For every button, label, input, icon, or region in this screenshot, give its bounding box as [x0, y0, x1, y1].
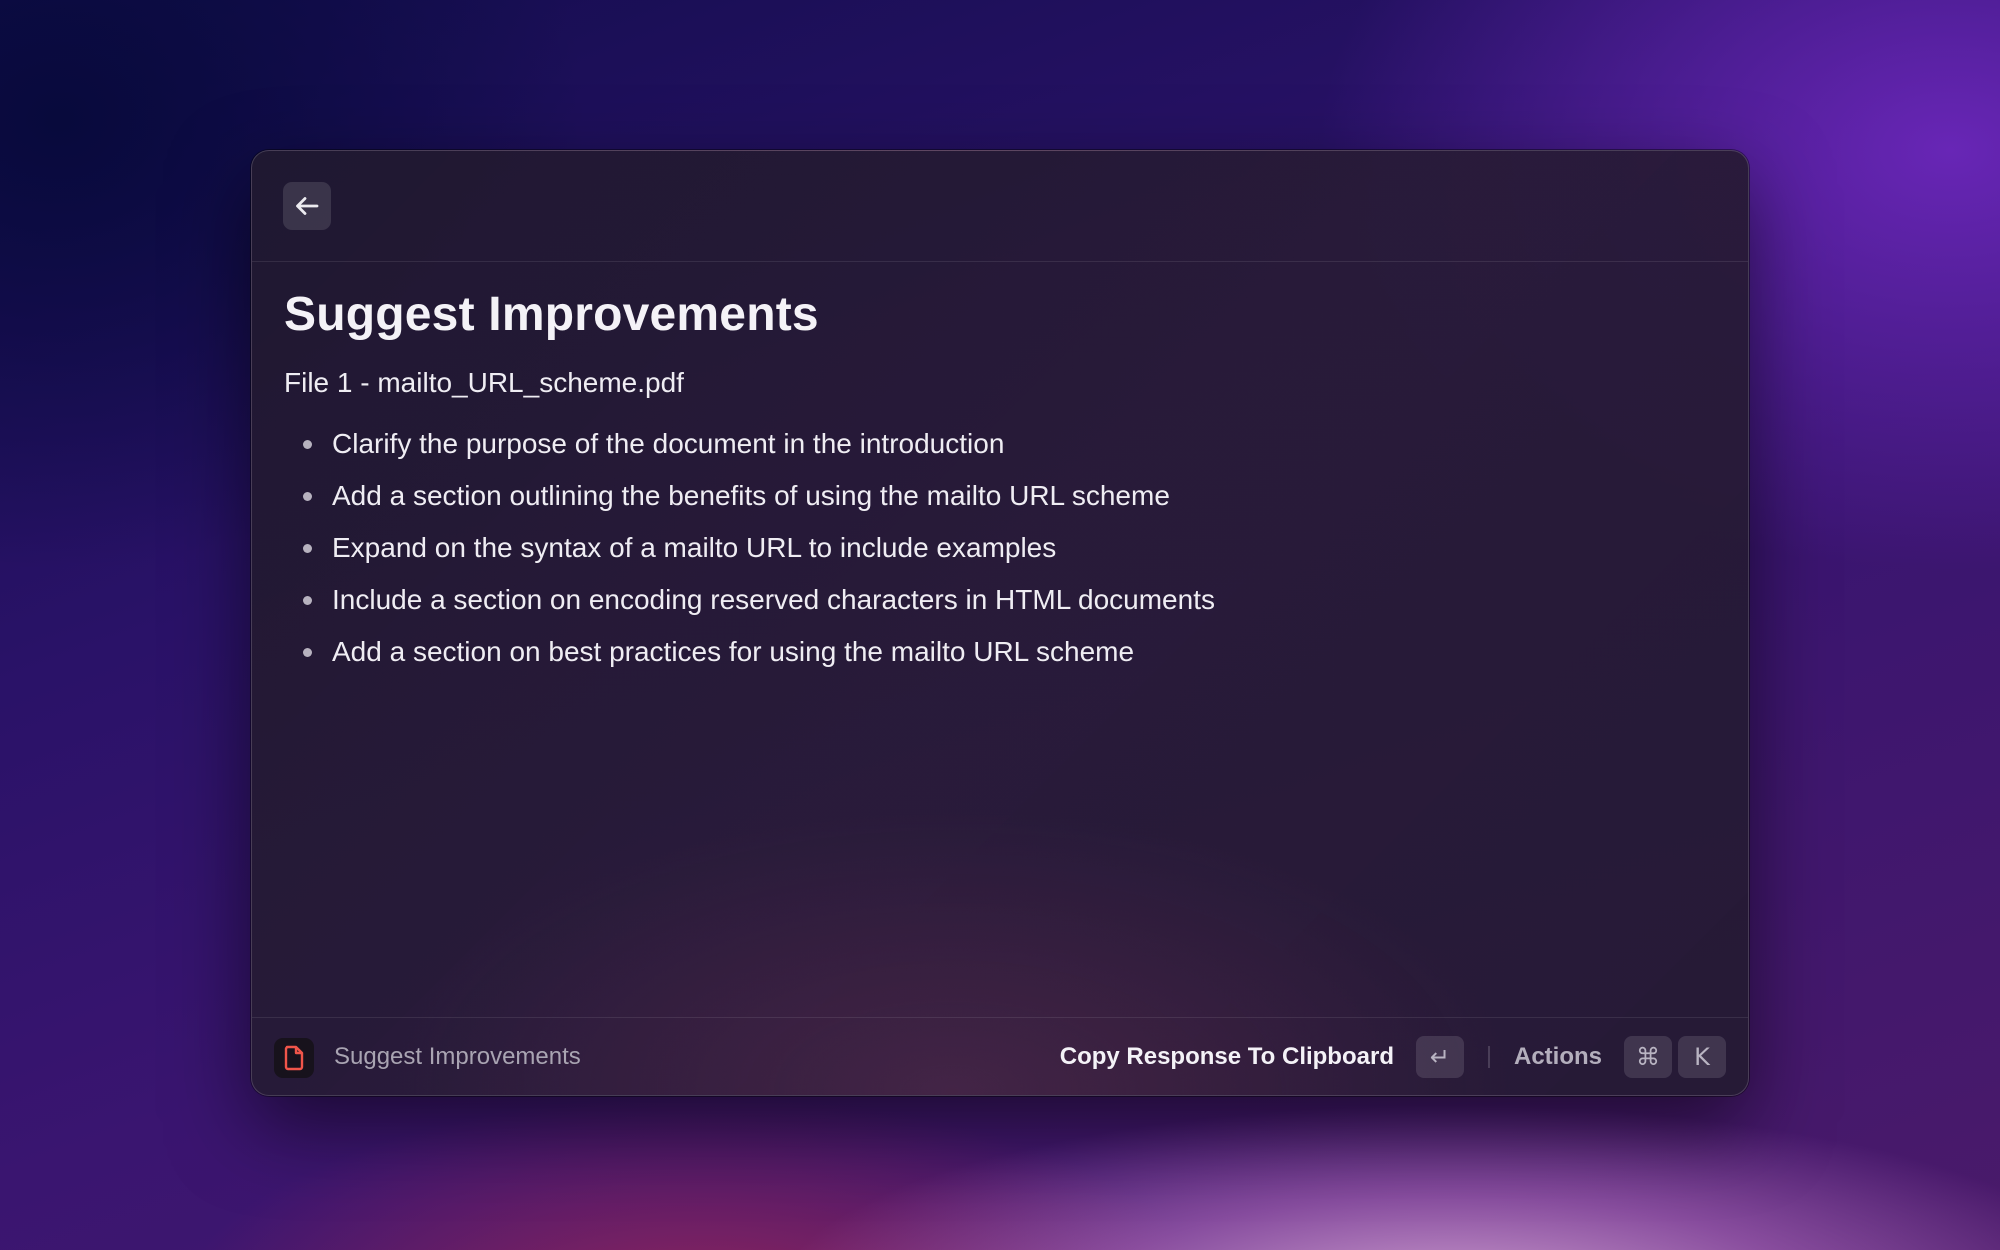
action-bar: Suggest Improvements Copy Response To Cl… [252, 1017, 1748, 1095]
top-bar [252, 151, 1748, 262]
suggestion-list: Clarify the purpose of the document in t… [284, 418, 1716, 678]
copy-response-button[interactable]: Copy Response To Clipboard [1060, 1043, 1394, 1071]
arrow-left-icon [296, 197, 319, 215]
footer-actions: Copy Response To Clipboard ↵ Actions ⌘ K [1060, 1035, 1726, 1079]
bullet-icon [303, 648, 312, 657]
list-item: Add a section outlining the benefits of … [284, 470, 1716, 522]
list-item-text: Include a section on encoding reserved c… [332, 584, 1215, 615]
k-key-hint: K [1678, 1036, 1726, 1078]
document-icon [284, 1045, 304, 1071]
command-app-icon [274, 1038, 314, 1078]
bullet-icon [303, 492, 312, 501]
response-content: Suggest Improvements File 1 - mailto_URL… [252, 262, 1748, 678]
list-item-text: Add a section on best practices for usin… [332, 636, 1135, 667]
page-title: Suggest Improvements [284, 288, 819, 341]
bullet-icon [303, 440, 312, 449]
list-item: Add a section on best practices for usin… [284, 626, 1716, 678]
divider [1487, 1046, 1490, 1068]
back-button[interactable] [283, 182, 331, 230]
list-item: Expand on the syntax of a mailto URL to … [284, 522, 1716, 574]
ai-command-window: Suggest Improvements File 1 - mailto_URL… [251, 150, 1749, 1096]
list-item: Clarify the purpose of the document in t… [284, 418, 1716, 470]
file-label: File 1 - mailto_URL_scheme.pdf [284, 367, 684, 398]
command-name: Suggest Improvements [334, 1043, 581, 1070]
bullet-icon [303, 544, 312, 553]
list-item: Include a section on encoding reserved c… [284, 574, 1716, 626]
list-item-text: Expand on the syntax of a mailto URL to … [332, 532, 1057, 563]
bullet-icon [303, 596, 312, 605]
list-item-text: Add a section outlining the benefits of … [332, 480, 1170, 511]
command-key-hint: ⌘ [1624, 1036, 1672, 1078]
list-item-text: Clarify the purpose of the document in t… [332, 428, 1005, 459]
enter-key-hint: ↵ [1415, 1036, 1464, 1078]
actions-button[interactable]: Actions [1514, 1043, 1602, 1071]
